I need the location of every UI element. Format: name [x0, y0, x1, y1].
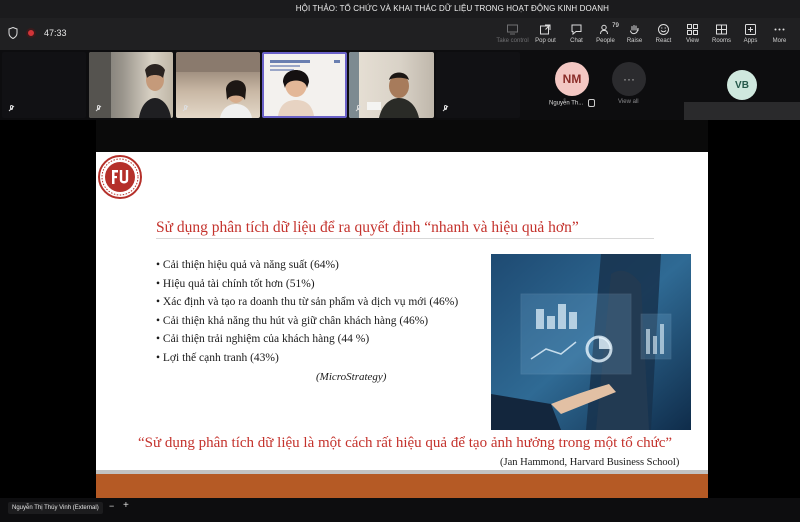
apps-icon: [745, 24, 756, 35]
slide-top-band: [96, 120, 708, 152]
participant-tile[interactable]: [436, 52, 520, 118]
slide-title: Sử dụng phân tích dữ liệu để ra quyết đị…: [156, 219, 579, 236]
quote-attribution: (Jan Hammond, Harvard Business School): [500, 457, 680, 468]
raise-hand-button[interactable]: Raise: [620, 20, 649, 44]
chat-button[interactable]: Chat: [562, 20, 591, 44]
list-item: Xác định và tạo ra doanh thu từ sản phẩm…: [156, 296, 458, 315]
participant-tile[interactable]: [89, 52, 173, 118]
hand-icon: [630, 25, 639, 35]
presenter-name: Nguyễn Thị Thúy Vinh (External): [8, 502, 103, 514]
apps-button[interactable]: Apps: [736, 20, 765, 44]
meeting-timer: 47:33: [44, 28, 67, 38]
grid-view-icon: [687, 24, 698, 35]
avatar[interactable]: NM: [555, 62, 589, 96]
rooms-button[interactable]: Rooms: [707, 20, 736, 44]
presentation-slide: Sử dụng phân tích dữ liệu để ra quyết đị…: [96, 152, 708, 498]
participant-tile[interactable]: [176, 52, 260, 118]
data-analytics-photo: [491, 254, 691, 430]
title-divider: [156, 238, 654, 239]
footer-bar: [96, 474, 708, 498]
list-item: Cải thiện trải nghiệm của khách hàng (44…: [156, 333, 458, 352]
view-button[interactable]: View: [678, 20, 707, 44]
react-button[interactable]: React: [649, 20, 678, 44]
active-speaker-tile[interactable]: [262, 52, 347, 118]
participant-video: [270, 60, 340, 116]
benefit-list: Cải thiện hiệu quả và năng suất (64%) Hi…: [156, 259, 458, 370]
meeting-title: HỘI THẢO: TỔ CHỨC VÀ KHAI THÁC DỮ LIỆU T…: [295, 4, 609, 13]
mic-off-icon: [95, 105, 102, 113]
take-control-icon: [507, 24, 518, 35]
list-item: Hiệu quả tài chính tốt hơn (51%): [156, 278, 458, 297]
mic-off-icon: [182, 105, 189, 113]
more-button[interactable]: More: [765, 20, 794, 44]
participant-tile[interactable]: [349, 52, 434, 118]
people-button[interactable]: 79 People: [591, 20, 620, 44]
presenter-bar: [0, 498, 800, 522]
smile-icon: [658, 24, 669, 35]
recording-icon: [26, 28, 36, 38]
mic-off-icon: [442, 105, 449, 113]
mic-off-icon: [355, 105, 362, 113]
participant-strip: [0, 50, 800, 168]
view-all-button[interactable]: ···: [612, 62, 646, 96]
slide-quote: “Sử dụng phân tích dữ liệu là một cách r…: [138, 435, 673, 451]
take-control-button[interactable]: Take control: [496, 20, 529, 44]
chat-icon: [571, 24, 582, 36]
pop-out-icon: [540, 24, 551, 35]
people-icon: [600, 24, 608, 35]
people-count: 79: [612, 23, 619, 29]
meeting-toolbar: 47:33 Take control Pop out Chat 79 Peopl…: [0, 18, 800, 51]
view-all-label: View all: [618, 99, 639, 105]
zoom-in-button[interactable]: +: [123, 500, 129, 511]
zoom-out-button[interactable]: −: [109, 501, 114, 511]
list-item: Lợi thế cạnh tranh (43%): [156, 352, 458, 371]
mic-off-icon: [587, 99, 595, 107]
more-icon: ···: [623, 72, 635, 86]
university-logo-icon: [98, 155, 142, 199]
meeting-title-bar: HỘI THẢO: TỔ CHỨC VÀ KHAI THÁC DỮ LIỆU T…: [0, 0, 800, 18]
more-icon: [774, 28, 785, 31]
mic-off-icon: [8, 105, 15, 113]
participant-tile[interactable]: [2, 52, 86, 118]
list-item: Cải thiện hiệu quả và năng suất (64%): [156, 259, 458, 278]
avatar[interactable]: VB: [727, 70, 757, 100]
shield-icon[interactable]: [8, 27, 18, 39]
pop-out-button[interactable]: Pop out: [529, 20, 562, 44]
list-item: Cải thiện khả năng thu hút và giữ chân k…: [156, 315, 458, 334]
participant-name: Nguyễn Th...: [549, 99, 595, 107]
rooms-icon: [716, 24, 727, 35]
source-citation: (MicroStrategy): [316, 371, 387, 383]
